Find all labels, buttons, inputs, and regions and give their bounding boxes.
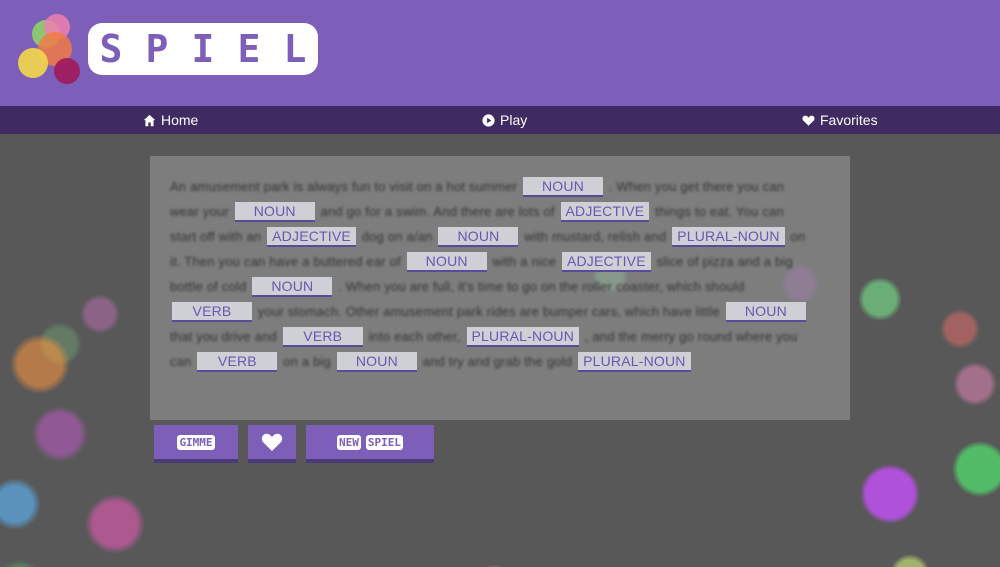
story-text-segment: into each other, [364,329,465,344]
word-blank-plural-noun[interactable]: PLURAL-NOUN [672,227,785,247]
nav-home-label: Home [161,112,199,128]
story-text-segment: with mustard, relish and [520,229,671,244]
word-blank-noun[interactable]: NOUN [725,302,806,322]
story-panel: An amusement park is always fun to visit… [150,156,850,420]
story-text-segment: An amusement park is always fun to visit… [170,179,521,194]
logo-letter: P [134,23,180,75]
story-text-segment: with a nice [488,254,560,269]
nav-play-label: Play [500,112,528,128]
logo-dots [0,0,90,100]
button-label-word: GIMME [177,434,215,450]
word-blank-adjective[interactable]: ADJECTIVE [560,202,650,222]
logo-wordmark[interactable]: SPIEL [88,23,318,75]
logo-letter: E [226,23,272,75]
button-label-word: SPIEL [365,434,403,450]
word-blank-noun[interactable]: NOUN [438,227,519,247]
word-blank-verb[interactable]: VERB [197,352,278,372]
story-text-segment: that you drive and [170,329,281,344]
word-blank-verb[interactable]: VERB [282,327,363,347]
heart-icon [261,433,283,451]
logo-letter: L [272,23,318,75]
header: SPIEL [0,0,1000,106]
word-blank-adjective[interactable]: ADJECTIVE [267,227,356,247]
story-text-segment: and go for a swim. And there are lots of [316,204,559,219]
word-blank-plural-noun[interactable]: PLURAL-NOUN [466,327,580,347]
home-icon [143,114,156,126]
new-spiel-button-label: NEW SPIEL [337,434,403,450]
nav-play[interactable]: Play [482,106,527,134]
gimme-button-label: GIMME [177,434,215,450]
play-icon [482,113,495,127]
logo-letter: I [180,23,226,75]
story-text-segment: and try and grab the gold [418,354,577,369]
word-blank-verb[interactable]: VERB [172,302,252,322]
gimme-button[interactable]: GIMME [154,425,238,463]
word-blank-noun[interactable]: NOUN [234,202,315,222]
button-label-word: NEW [337,434,361,450]
story-text: An amusement park is always fun to visit… [170,174,810,374]
favorite-button[interactable] [248,425,296,463]
word-blank-noun[interactable]: NOUN [336,352,417,372]
word-blank-noun[interactable]: NOUN [406,252,487,272]
main-nav: Home Play Favorites [0,106,1000,134]
story-text-segment: on a big [279,354,335,369]
nav-favorites-label: Favorites [820,112,878,128]
story-text-segment: dog on a/an [357,229,437,244]
word-blank-noun[interactable]: NOUN [523,177,603,197]
nav-home[interactable]: Home [143,106,198,134]
story-text-segment: . When you are full, it's time to go on … [334,279,745,294]
word-blank-plural-noun[interactable]: PLURAL-NOUN [578,352,691,372]
story-text-segment: your stomach. Other amusement park rides… [254,304,724,319]
logo-letter: S [88,23,134,75]
nav-favorites[interactable]: Favorites [802,106,878,134]
word-blank-adjective[interactable]: ADJECTIVE [561,252,651,272]
word-blank-noun[interactable]: NOUN [252,277,333,297]
new-spiel-button[interactable]: NEW SPIEL [306,425,434,463]
heart-icon [802,115,815,126]
